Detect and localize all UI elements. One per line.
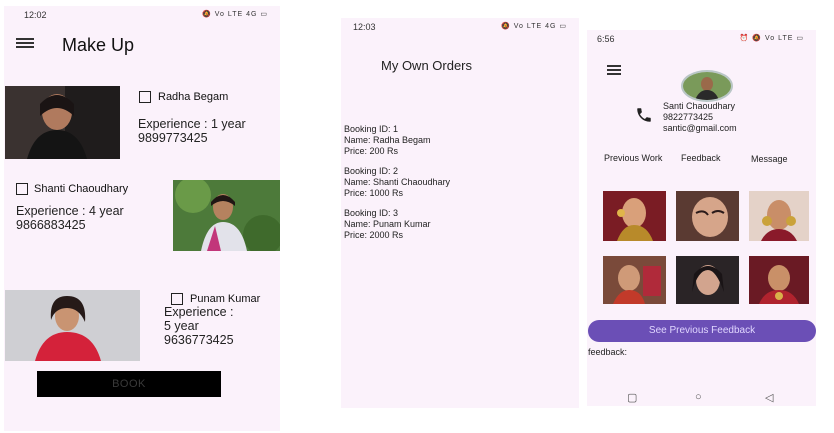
status-bar: 12:02 🔕 Vo LTE 4G ▭ [4,6,280,24]
status-time: 12:03 [353,22,376,32]
tab-feedback[interactable]: Feedback [681,153,721,163]
status-icons: 🔕 Vo LTE 4G ▭ [501,23,567,30]
profile-screen: 6:56 ⏰ 🔕 Vo LTE ▭ Santi Chaoudhary 98227… [587,30,816,406]
artist-name-shanti: Shanti Chaoudhary [34,183,129,195]
artist-experience-punam-label: Experience : [164,305,234,319]
order-name: Name: Shanti Chaoudhary [344,177,451,187]
system-nav-bar: ▢ ○ ◁ [587,387,816,406]
artist-checkbox-shanti[interactable] [16,183,28,195]
order-item-1: Booking ID: 1 Name: Radha Begam Price: 2… [344,124,431,157]
orders-screen: 12:03 🔕 Vo LTE 4G ▭ My Own Orders Bookin… [341,18,579,408]
status-icons: ⏰ 🔕 Vo LTE ▭ [739,35,804,42]
work-photo-6[interactable] [749,256,809,304]
status-icons: 🔕 Vo LTE 4G ▭ [202,11,268,18]
artist-name-radha: Radha Begam [158,91,229,103]
profile-name: Santi Chaoudhary [663,101,736,111]
recents-icon[interactable]: ▢ [627,391,637,404]
artist-phone-shanti: 9866883425 [16,218,86,232]
menu-icon[interactable] [16,38,34,48]
artist-experience-punam-value: 5 year [164,319,199,333]
artist-name-punam: Punam Kumar [190,293,261,305]
artist-checkbox-radha[interactable] [139,91,151,103]
book-button[interactable]: BOOK [37,371,221,397]
status-time: 6:56 [597,34,615,44]
work-photo-5[interactable] [676,256,739,304]
order-name: Name: Punam Kumar [344,219,431,229]
home-icon[interactable]: ○ [695,391,702,403]
work-photo-2[interactable] [676,191,739,241]
work-photo-4[interactable] [603,256,666,304]
profile-email: santic@gmail.com [663,123,737,133]
back-icon[interactable]: ◁ [765,391,773,404]
artist-experience-shanti: Experience : 4 year [16,204,124,218]
artist-photo-shanti [173,180,280,251]
see-previous-feedback-button[interactable]: See Previous Feedback [588,320,816,342]
artist-checkbox-punam[interactable] [171,293,183,305]
artist-experience-radha: Experience : 1 year [138,117,246,131]
makeup-screen: 12:02 🔕 Vo LTE 4G ▭ Make Up Radha Begam … [4,6,280,431]
status-time: 12:02 [24,10,47,20]
artist-phone-radha: 9899773425 [138,131,208,145]
order-price: Price: 200 Rs [344,146,399,156]
page-title: Make Up [62,35,135,55]
order-name: Name: Radha Begam [344,135,431,145]
artist-photo-radha [5,86,120,159]
menu-icon[interactable] [607,65,621,75]
order-item-3: Booking ID: 3 Name: Punam Kumar Price: 2… [344,208,431,241]
artist-photo-punam [5,290,140,361]
artist-phone-punam: 9636773425 [164,333,234,347]
order-id: Booking ID: 1 [344,124,399,134]
page-title: My Own Orders [381,58,473,73]
order-item-2: Booking ID: 2 Name: Shanti Chaoudhary Pr… [344,166,450,199]
feedback-label: feedback: [588,347,628,357]
order-id: Booking ID: 2 [344,166,399,176]
tab-previous-work[interactable]: Previous Work [604,153,662,163]
order-id: Booking ID: 3 [344,208,399,218]
phone-icon [635,106,653,124]
status-bar: 6:56 ⏰ 🔕 Vo LTE ▭ [587,30,816,48]
profile-info: Santi Chaoudhary 9822773425 santic@gmail… [663,101,737,134]
status-bar: 12:03 🔕 Vo LTE 4G ▭ [341,18,579,36]
work-photo-3[interactable] [749,191,809,241]
profile-phone: 9822773425 [663,112,714,122]
work-photo-1[interactable] [603,191,666,241]
tab-message[interactable]: Message [751,154,788,164]
order-price: Price: 2000 Rs [344,230,404,240]
avatar [681,70,733,102]
order-price: Price: 1000 Rs [344,188,404,198]
